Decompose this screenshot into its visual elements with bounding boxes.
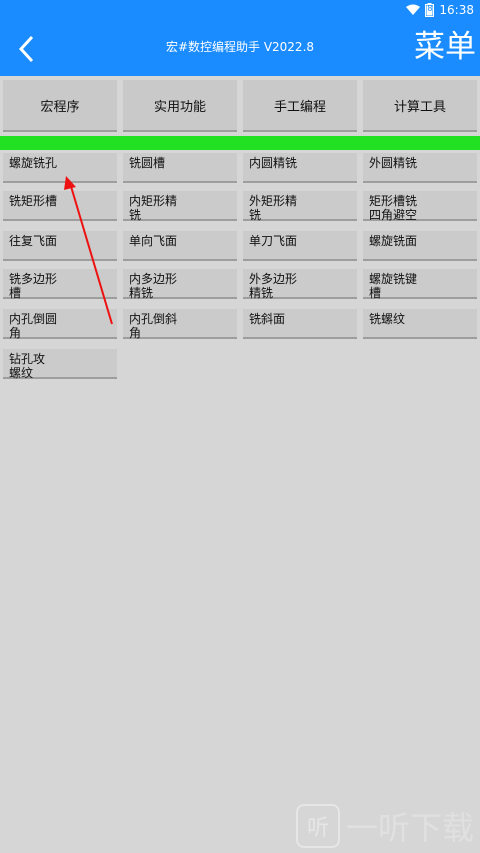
tab-macro-program[interactable]: 宏程序 xyxy=(3,80,117,132)
item-hole-fillet[interactable]: 内孔倒圆 角 xyxy=(3,309,117,340)
item-circular-slot-milling[interactable]: 铣圆槽 xyxy=(123,153,237,183)
item-helical-keyway-milling[interactable]: 螺旋铣键 槽 xyxy=(363,269,477,300)
tab-bar: 宏程序 实用功能 手工编程 计算工具 xyxy=(0,80,480,132)
watermark-text: 一听下载 xyxy=(345,809,474,847)
item-polygon-slot-milling[interactable]: 铣多边形 槽 xyxy=(3,269,117,300)
item-rect-slot-corner-relief[interactable]: 矩形槽铣 四角避空 xyxy=(363,191,477,222)
item-outer-circle-finishing[interactable]: 外圆精铣 xyxy=(363,153,477,183)
item-reciprocating-face-milling[interactable]: 往复飞面 xyxy=(3,231,117,261)
item-thread-milling[interactable]: 铣螺纹 xyxy=(363,309,477,339)
menu-button[interactable]: 菜单 xyxy=(414,28,476,66)
item-drill-tap[interactable]: 钻孔攻 螺纹 xyxy=(3,349,117,380)
item-unidirectional-face-milling[interactable]: 单向飞面 xyxy=(123,231,237,261)
progress-bar xyxy=(0,136,480,150)
tab-manual-programming[interactable]: 手工编程 xyxy=(243,80,357,132)
tab-calculation-tools[interactable]: 计算工具 xyxy=(363,80,477,132)
wifi-icon xyxy=(406,4,421,16)
status-time: 16:38 xyxy=(439,3,474,17)
item-helical-hole-milling[interactable]: 螺旋铣孔 xyxy=(3,153,117,183)
item-helical-face-milling[interactable]: 螺旋铣面 xyxy=(363,231,477,261)
status-bar: 8 16:38 xyxy=(0,0,480,20)
item-outer-polygon-finishing[interactable]: 外多边形 精铣 xyxy=(243,269,357,300)
item-inner-polygon-finishing[interactable]: 内多边形 精铣 xyxy=(123,269,237,300)
tab-practical-functions[interactable]: 实用功能 xyxy=(123,80,237,132)
battery-level: 8 xyxy=(427,4,433,13)
app-bar: 宏#数控编程助手 V2022.8 菜单 xyxy=(0,20,480,76)
battery-icon: 8 xyxy=(425,3,435,17)
item-inner-rectangle-finishing[interactable]: 内矩形精 铣 xyxy=(123,191,237,222)
item-bevel-milling[interactable]: 铣斜面 xyxy=(243,309,357,339)
app-title: 宏#数控编程助手 V2022.8 xyxy=(165,40,315,54)
item-rectangular-slot-milling[interactable]: 铣矩形槽 xyxy=(3,191,117,221)
item-single-cutter-face-milling[interactable]: 单刀飞面 xyxy=(243,231,357,261)
item-outer-rectangle-finishing[interactable]: 外矩形精 铣 xyxy=(243,191,357,222)
item-inner-circle-finishing[interactable]: 内圆精铣 xyxy=(243,153,357,183)
item-hole-chamfer[interactable]: 内孔倒斜 角 xyxy=(123,309,237,340)
watermark: 听 一听下载 xyxy=(295,803,474,849)
watermark-logo: 听 xyxy=(295,804,340,848)
